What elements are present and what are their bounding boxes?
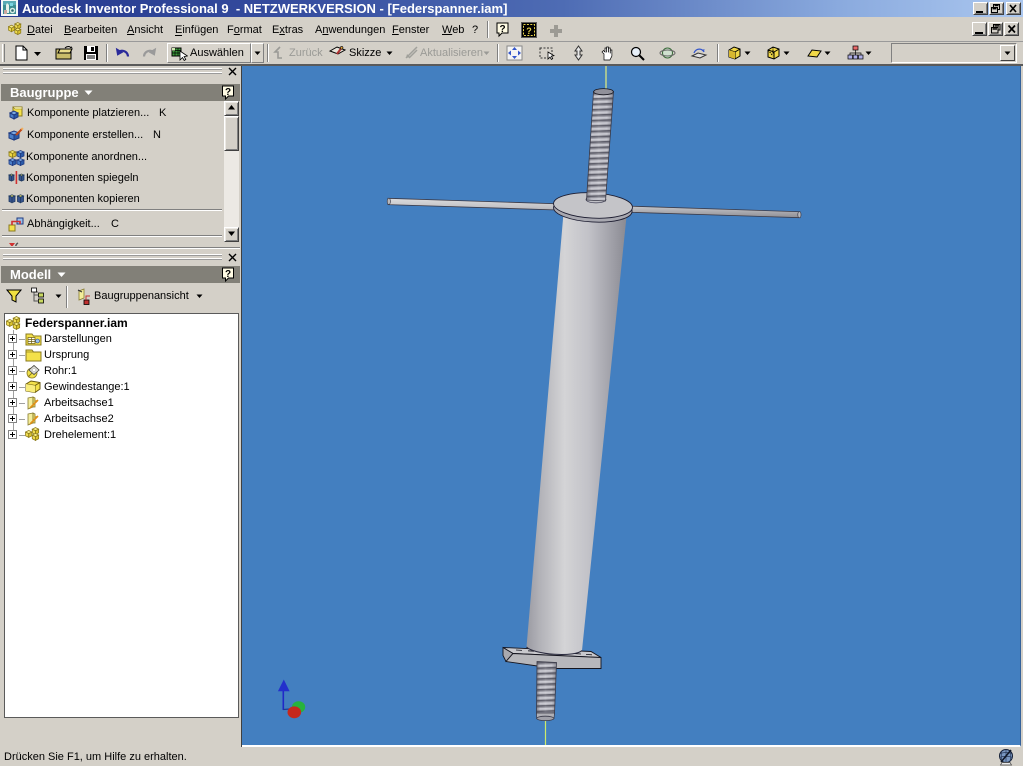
svg-text:?: ? — [225, 269, 231, 280]
svg-text:?: ? — [526, 26, 532, 36]
svg-text:?: ? — [499, 24, 505, 35]
svg-text:?: ? — [225, 87, 231, 98]
